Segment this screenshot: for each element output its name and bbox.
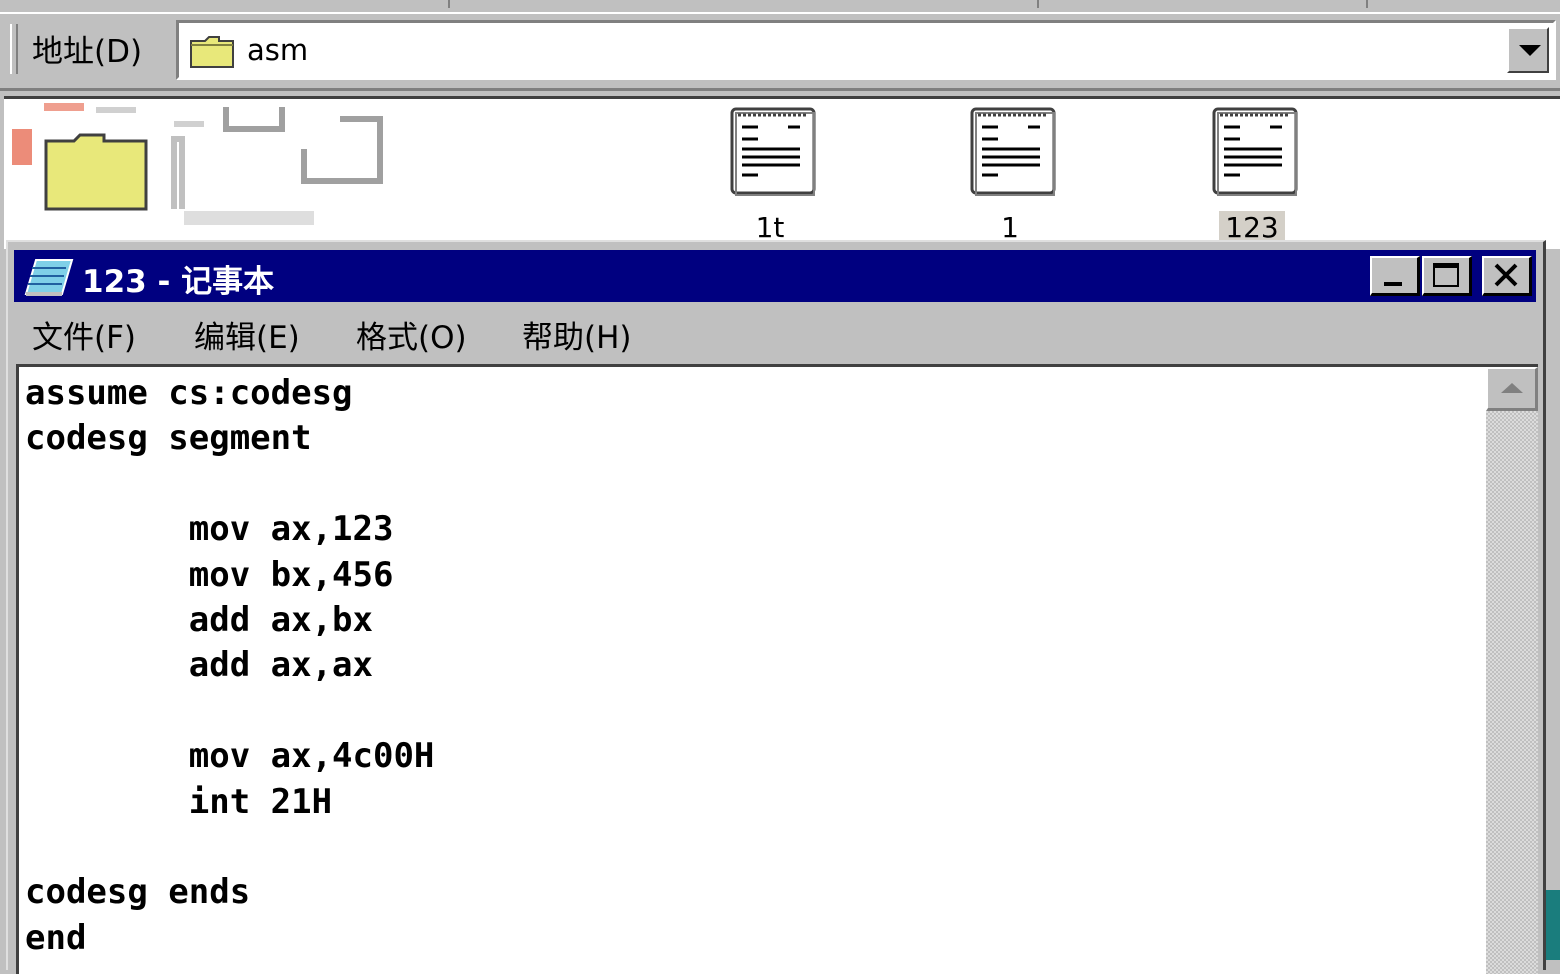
notepad-icon (24, 259, 74, 296)
title-bar[interactable]: 123 - 记事本 (14, 250, 1536, 302)
toolbar-grip[interactable] (10, 24, 18, 74)
menu-help[interactable]: 帮助(H) (522, 312, 632, 357)
code-line: mov ax,123 (25, 509, 394, 550)
file-item[interactable]: 1t (710, 105, 830, 245)
folder-icon (190, 36, 234, 68)
address-label: 地址(D) (32, 34, 143, 70)
text-document-icon (730, 107, 816, 196)
desktop-background (1546, 890, 1560, 960)
address-combobox[interactable]: asm (176, 20, 1556, 80)
text-document-icon (970, 107, 1056, 196)
minimize-icon (1384, 282, 1402, 286)
menu-bar: 文件(F) 编辑(E) 格式(O) 帮助(H) (14, 304, 1536, 360)
toolbar-segment (452, 0, 1039, 8)
text-editor[interactable]: assume cs:codesg codesg segment mov ax,1… (16, 364, 1538, 974)
editor-content[interactable]: assume cs:codesg codesg segment mov ax,1… (25, 371, 434, 961)
address-value[interactable]: asm (247, 33, 308, 67)
desktop-edge (1546, 820, 1560, 960)
address-bar: 地址(D) asm (0, 12, 1560, 91)
toolbar-segment (1041, 0, 1368, 8)
maximize-icon (1433, 263, 1459, 287)
text-document-icon (1212, 107, 1298, 196)
code-line: add ax,ax (25, 645, 373, 686)
close-icon (1494, 263, 1518, 287)
file-item[interactable]: 123 (1192, 105, 1312, 245)
file-view: 1t 1 123 (4, 96, 1560, 249)
folder-animation-icon (12, 103, 383, 225)
window-title: 123 - 记事本 (82, 264, 275, 300)
toolbar-segment (0, 0, 450, 8)
code-line: assume cs:codesg (25, 373, 353, 413)
vertical-scrollbar[interactable] (1486, 367, 1538, 974)
code-line: add ax,bx (25, 599, 373, 640)
code-line: mov ax,4c00H (25, 736, 435, 777)
code-line: int 21H (25, 781, 333, 822)
code-line: mov bx,456 (25, 554, 394, 595)
minimize-button[interactable] (1370, 256, 1420, 296)
menu-file[interactable]: 文件(F) (32, 312, 136, 357)
notepad-window: 123 - 记事本 文件(F) 编辑(E) 格式(O) 帮助(H) assume… (6, 240, 1546, 974)
code-line: codesg ends (25, 872, 251, 913)
menu-format[interactable]: 格式(O) (356, 312, 467, 357)
menu-edit[interactable]: 编辑(E) (194, 312, 300, 357)
scroll-up-arrow-icon[interactable] (1486, 367, 1538, 411)
file-item[interactable]: 1 (950, 105, 1070, 245)
close-button[interactable] (1482, 256, 1532, 296)
code-line: codesg segment (25, 418, 312, 459)
maximize-button[interactable] (1422, 256, 1472, 296)
code-line: end (25, 917, 87, 958)
chevron-down-icon[interactable] (1507, 27, 1549, 73)
